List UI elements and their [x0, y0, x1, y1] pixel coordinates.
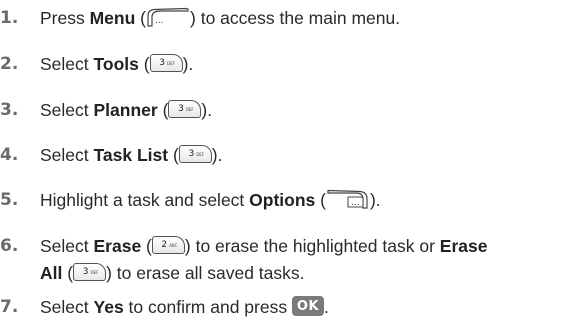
options-softkey-icon: ... [326, 189, 370, 209]
key-3-def-icon: 3 DEF [73, 263, 107, 282]
step-5: 5. Highlight a task and select Options (… [0, 187, 381, 214]
step-number: 3. [0, 100, 19, 120]
step-3: 3. Select Planner (3 DEF). [0, 97, 212, 124]
step-text: Select Erase (2 ABC) to erase the highlig… [40, 236, 488, 283]
svg-text:...: ... [351, 198, 360, 208]
step-2: 2. Select Tools (3 DEF). [0, 51, 193, 78]
step-text: Select Yes to confirm and press OK. [40, 296, 329, 317]
step-number: 7. [0, 297, 19, 317]
key-3-def-icon: 3 DEF [168, 100, 202, 119]
step-number: 5. [0, 190, 19, 210]
step-text: Select Task List (3 DEF). [40, 145, 223, 165]
step-4: 4. Select Task List (3 DEF). [0, 142, 222, 169]
step-number: 6. [0, 236, 19, 256]
step-text: Select Planner (3 DEF). [40, 100, 213, 120]
menu-softkey-icon: ... [146, 7, 190, 27]
step-number: 4. [0, 145, 19, 165]
step-number: 2. [0, 54, 19, 74]
key-3-def-icon: 3 DEF [178, 145, 212, 164]
step-text: Select Tools (3 DEF). [40, 54, 194, 74]
step-1: 1. Press Menu (...) to access the main m… [0, 5, 400, 32]
step-text: Highlight a task and select Options (...… [40, 189, 381, 210]
svg-text:...: ... [155, 16, 164, 26]
step-number: 1. [0, 8, 19, 28]
step-6: 6. Select Erase (2 ABC) to erase the high… [0, 233, 487, 287]
step-7: 7. Select Yes to confirm and press OK. [0, 294, 329, 321]
key-2-abc-icon: 2 ABC [151, 236, 185, 255]
step-text: Press Menu (...) to access the main menu… [40, 7, 401, 28]
ok-key-icon: OK [291, 296, 324, 317]
key-3-def-icon: 3 DEF [149, 54, 183, 73]
